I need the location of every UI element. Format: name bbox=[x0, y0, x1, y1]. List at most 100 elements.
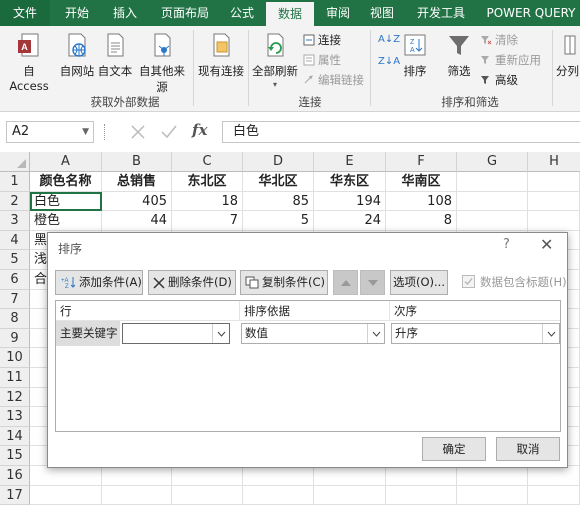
sort-za-button[interactable]: Z↓A bbox=[378, 56, 400, 67]
grid-cell[interactable] bbox=[528, 466, 580, 486]
grid-cell[interactable] bbox=[457, 172, 528, 192]
grid-cell[interactable] bbox=[528, 191, 580, 212]
edit-links-item[interactable]: 编辑链接 bbox=[303, 72, 364, 88]
grid-cell[interactable] bbox=[386, 485, 457, 505]
grid-cell[interactable] bbox=[457, 485, 528, 505]
row-header[interactable]: 16 bbox=[0, 466, 30, 486]
grid-cell[interactable]: 橙色 bbox=[30, 211, 102, 231]
grid-cell[interactable]: 24 bbox=[314, 211, 386, 231]
row-header[interactable]: 7 bbox=[0, 289, 30, 310]
grid-cell[interactable]: 85 bbox=[243, 191, 314, 212]
grid-cell[interactable] bbox=[528, 172, 580, 192]
grid-cell[interactable] bbox=[314, 485, 386, 505]
refresh-all-button[interactable]: 全部刷新 ▾ bbox=[250, 32, 300, 89]
from-access-button[interactable]: A 自 Access bbox=[2, 32, 56, 93]
tab-home[interactable]: 开始 bbox=[56, 0, 98, 26]
reapply-item[interactable]: 重新应用 bbox=[480, 52, 541, 68]
tab-developer[interactable]: 开发工具 bbox=[412, 0, 470, 26]
ok-button[interactable]: 确定 bbox=[422, 437, 486, 461]
row-header[interactable]: 17 bbox=[0, 485, 30, 505]
grid-cell[interactable] bbox=[30, 466, 102, 486]
grid-cell[interactable] bbox=[386, 466, 457, 486]
cancel-edit-icon[interactable] bbox=[131, 125, 145, 139]
grid-cell[interactable] bbox=[243, 485, 314, 505]
grid-cell[interactable] bbox=[102, 485, 172, 505]
tab-power-query[interactable]: POWER QUERY bbox=[482, 0, 580, 26]
grid-cell[interactable]: 44 bbox=[102, 211, 172, 231]
tab-data[interactable]: 数据 bbox=[266, 2, 314, 26]
move-down-button[interactable] bbox=[360, 270, 385, 295]
row-header[interactable]: 13 bbox=[0, 407, 30, 427]
grid-cell[interactable] bbox=[457, 191, 528, 212]
name-box[interactable]: A2 ▼ bbox=[6, 121, 94, 143]
add-level-button[interactable]: +A Z 添加条件(A) bbox=[55, 270, 143, 295]
col-header-g[interactable]: G bbox=[457, 152, 528, 172]
options-button[interactable]: 选项(O)... bbox=[390, 270, 448, 295]
tab-formulas[interactable]: 公式 bbox=[222, 0, 262, 26]
copy-level-button[interactable]: 复制条件(C) bbox=[240, 270, 328, 295]
grid-cell[interactable]: 总销售 bbox=[102, 172, 172, 192]
grid-cell[interactable] bbox=[102, 466, 172, 486]
existing-connections-button[interactable]: 现有连接 bbox=[196, 32, 246, 79]
help-button[interactable]: ? bbox=[503, 237, 510, 252]
chevron-down-icon[interactable] bbox=[542, 324, 559, 343]
row-header[interactable]: 3 bbox=[0, 211, 30, 231]
tab-review[interactable]: 审阅 bbox=[318, 0, 358, 26]
sort-on-select[interactable]: 数值 bbox=[241, 323, 385, 344]
clear-filter-item[interactable]: 清除 bbox=[480, 32, 518, 48]
grid-cell[interactable]: 108 bbox=[386, 191, 457, 212]
col-header-d[interactable]: D bbox=[243, 152, 314, 172]
insert-function-icon[interactable]: fx bbox=[192, 121, 207, 139]
tab-insert[interactable]: 插入 bbox=[104, 0, 146, 26]
tab-page-layout[interactable]: 页面布局 bbox=[154, 0, 216, 26]
col-header-c[interactable]: C bbox=[172, 152, 243, 172]
order-select[interactable]: 升序 bbox=[391, 323, 560, 344]
select-all-corner[interactable] bbox=[0, 152, 30, 172]
properties-item[interactable]: 属性 bbox=[303, 52, 341, 68]
grid-cell[interactable] bbox=[172, 485, 243, 505]
name-box-dropdown-icon[interactable]: ▼ bbox=[82, 122, 89, 142]
sort-button[interactable]: Z A 排序 bbox=[400, 32, 430, 79]
chevron-down-icon[interactable] bbox=[212, 324, 229, 343]
has-headers-checkbox[interactable] bbox=[462, 275, 475, 288]
from-web-button[interactable]: 自网站 bbox=[58, 32, 96, 79]
grid-cell[interactable] bbox=[457, 211, 528, 231]
grid-cell[interactable]: 华南区 bbox=[386, 172, 457, 192]
grid-cell[interactable] bbox=[30, 485, 102, 505]
col-header-e[interactable]: E bbox=[314, 152, 386, 172]
row-header[interactable]: 9 bbox=[0, 328, 30, 349]
active-cell[interactable]: 白色 bbox=[30, 191, 102, 212]
grid-cell[interactable]: 8 bbox=[386, 211, 457, 231]
row-header[interactable]: 8 bbox=[0, 309, 30, 329]
tab-view[interactable]: 视图 bbox=[362, 0, 402, 26]
grid-cell[interactable] bbox=[457, 466, 528, 486]
grid-cell[interactable]: 东北区 bbox=[172, 172, 243, 192]
grid-cell[interactable]: 颜色名称 bbox=[30, 172, 102, 192]
refresh-dropdown-icon[interactable]: ▾ bbox=[250, 80, 300, 89]
cancel-button[interactable]: 取消 bbox=[496, 437, 560, 461]
col-header-h[interactable]: H bbox=[528, 152, 580, 172]
grid-cell[interactable]: 华北区 bbox=[243, 172, 314, 192]
row-header[interactable]: 4 bbox=[0, 230, 30, 251]
sort-by-column-select[interactable] bbox=[122, 323, 230, 344]
row-header[interactable]: 12 bbox=[0, 387, 30, 408]
chevron-down-icon[interactable] bbox=[367, 324, 384, 343]
from-other-sources-button[interactable]: 自其他来源 bbox=[134, 32, 190, 95]
grid-cell[interactable]: 405 bbox=[102, 191, 172, 212]
formula-input[interactable]: 白色 bbox=[222, 121, 580, 143]
connections-item[interactable]: 连接 bbox=[303, 32, 341, 48]
row-header[interactable]: 5 bbox=[0, 250, 30, 270]
row-header[interactable]: 10 bbox=[0, 348, 30, 368]
tab-file[interactable]: 文件 bbox=[0, 0, 50, 26]
row-header[interactable]: 15 bbox=[0, 446, 30, 466]
row-header[interactable]: 6 bbox=[0, 270, 30, 290]
row-header[interactable]: 1 bbox=[0, 172, 30, 192]
grid-cell[interactable] bbox=[172, 466, 243, 486]
filter-button[interactable]: 筛选 bbox=[440, 32, 478, 79]
col-header-f[interactable]: F bbox=[386, 152, 457, 172]
confirm-edit-icon[interactable] bbox=[161, 125, 177, 139]
close-button[interactable]: ✕ bbox=[540, 235, 553, 254]
row-header[interactable]: 14 bbox=[0, 426, 30, 447]
sort-az-button[interactable]: A↓Z bbox=[378, 34, 400, 45]
grid-cell[interactable]: 194 bbox=[314, 191, 386, 212]
